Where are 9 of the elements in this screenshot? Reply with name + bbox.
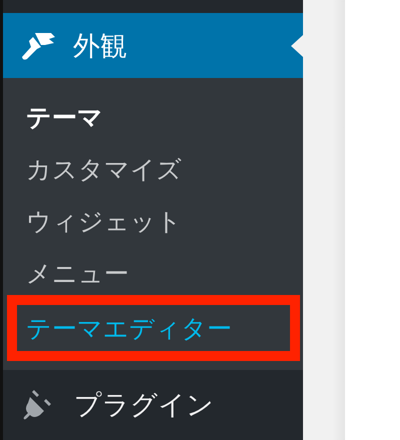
submenu-item[interactable]: メニュー	[3, 247, 303, 299]
submenu-item[interactable]: カスタマイズ	[3, 143, 303, 195]
submenu-item[interactable]: ウィジェット	[3, 195, 303, 247]
submenu-item[interactable]: テーマ	[3, 91, 303, 143]
submenu-item[interactable]: テーマエディター	[17, 305, 290, 351]
paintbrush-icon	[21, 30, 57, 60]
menu-item[interactable]: プラグイン	[3, 370, 303, 440]
menu-item[interactable]: 外観	[3, 13, 303, 78]
plug-icon	[22, 389, 52, 421]
